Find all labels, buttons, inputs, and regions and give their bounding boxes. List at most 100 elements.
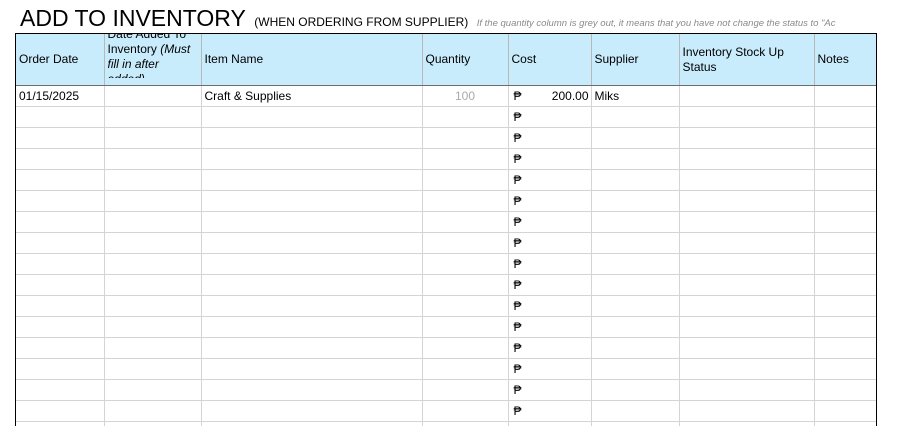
notes-cell[interactable] (814, 359, 876, 380)
status-cell[interactable] (679, 422, 814, 426)
date-added-cell[interactable] (104, 107, 201, 128)
notes-cell[interactable] (814, 86, 876, 107)
status-cell[interactable] (679, 296, 814, 317)
quantity-cell[interactable] (422, 275, 508, 296)
order-date-cell[interactable] (16, 107, 104, 128)
notes-cell[interactable] (814, 107, 876, 128)
cost-cell[interactable]: ₱200.00 (508, 86, 591, 107)
status-cell[interactable] (679, 86, 814, 107)
date-added-cell[interactable] (104, 254, 201, 275)
notes-cell[interactable] (814, 212, 876, 233)
date-added-cell[interactable] (104, 149, 201, 170)
item-name-cell[interactable] (201, 275, 422, 296)
order-date-cell[interactable] (16, 128, 104, 149)
quantity-cell[interactable]: 100 (422, 86, 508, 107)
quantity-cell[interactable] (422, 296, 508, 317)
supplier-cell[interactable] (591, 296, 679, 317)
header-order-date[interactable]: Order Date (16, 34, 104, 86)
date-added-cell[interactable] (104, 338, 201, 359)
quantity-cell[interactable] (422, 233, 508, 254)
notes-cell[interactable] (814, 275, 876, 296)
item-name-cell[interactable] (201, 128, 422, 149)
header-date-added[interactable]: Date Added To Inventory (Must fill in af… (104, 34, 201, 86)
status-cell[interactable] (679, 254, 814, 275)
order-date-cell[interactable] (16, 359, 104, 380)
item-name-cell[interactable]: Craft & Supplies (201, 86, 422, 107)
supplier-cell[interactable] (591, 317, 679, 338)
date-added-cell[interactable] (104, 296, 201, 317)
cost-cell[interactable]: ₱ (508, 191, 591, 212)
order-date-cell[interactable] (16, 170, 104, 191)
notes-cell[interactable] (814, 422, 876, 426)
order-date-cell[interactable] (16, 422, 104, 426)
status-cell[interactable] (679, 233, 814, 254)
status-cell[interactable] (679, 191, 814, 212)
date-added-cell[interactable] (104, 317, 201, 338)
status-cell[interactable] (679, 359, 814, 380)
status-cell[interactable] (679, 380, 814, 401)
order-date-cell[interactable] (16, 212, 104, 233)
date-added-cell[interactable] (104, 128, 201, 149)
date-added-cell[interactable] (104, 401, 201, 422)
header-supplier[interactable]: Supplier (591, 34, 679, 86)
header-cost[interactable]: Cost (508, 34, 591, 86)
cost-cell[interactable]: ₱ (508, 128, 591, 149)
cost-cell[interactable]: ₱ (508, 401, 591, 422)
header-notes[interactable]: Notes (814, 34, 876, 86)
supplier-cell[interactable] (591, 149, 679, 170)
item-name-cell[interactable] (201, 380, 422, 401)
header-item-name[interactable]: Item Name (201, 34, 422, 86)
status-cell[interactable] (679, 401, 814, 422)
status-cell[interactable] (679, 149, 814, 170)
order-date-cell[interactable] (16, 317, 104, 338)
status-cell[interactable] (679, 128, 814, 149)
supplier-cell[interactable] (591, 254, 679, 275)
cost-cell[interactable]: ₱ (508, 422, 591, 426)
quantity-cell[interactable] (422, 401, 508, 422)
status-cell[interactable] (679, 107, 814, 128)
supplier-cell[interactable] (591, 191, 679, 212)
header-status[interactable]: Inventory Stock Up Status (679, 34, 814, 86)
notes-cell[interactable] (814, 254, 876, 275)
supplier-cell[interactable] (591, 233, 679, 254)
cost-cell[interactable]: ₱ (508, 254, 591, 275)
cost-cell[interactable]: ₱ (508, 296, 591, 317)
order-date-cell[interactable] (16, 149, 104, 170)
item-name-cell[interactable] (201, 422, 422, 426)
cost-cell[interactable]: ₱ (508, 338, 591, 359)
cost-cell[interactable]: ₱ (508, 380, 591, 401)
cost-cell[interactable]: ₱ (508, 107, 591, 128)
order-date-cell[interactable] (16, 380, 104, 401)
order-date-cell[interactable] (16, 191, 104, 212)
supplier-cell[interactable] (591, 380, 679, 401)
status-cell[interactable] (679, 275, 814, 296)
quantity-cell[interactable] (422, 212, 508, 233)
quantity-cell[interactable] (422, 107, 508, 128)
date-added-cell[interactable] (104, 359, 201, 380)
notes-cell[interactable] (814, 128, 876, 149)
supplier-cell[interactable] (591, 107, 679, 128)
quantity-cell[interactable] (422, 338, 508, 359)
supplier-cell[interactable]: Miks (591, 86, 679, 107)
supplier-cell[interactable] (591, 401, 679, 422)
order-date-cell[interactable]: 01/15/2025 (16, 86, 104, 107)
item-name-cell[interactable] (201, 317, 422, 338)
notes-cell[interactable] (814, 296, 876, 317)
cost-cell[interactable]: ₱ (508, 359, 591, 380)
supplier-cell[interactable] (591, 212, 679, 233)
item-name-cell[interactable] (201, 296, 422, 317)
supplier-cell[interactable] (591, 275, 679, 296)
status-cell[interactable] (679, 170, 814, 191)
order-date-cell[interactable] (16, 401, 104, 422)
item-name-cell[interactable] (201, 338, 422, 359)
status-cell[interactable] (679, 212, 814, 233)
quantity-cell[interactable] (422, 254, 508, 275)
date-added-cell[interactable] (104, 275, 201, 296)
item-name-cell[interactable] (201, 149, 422, 170)
cost-cell[interactable]: ₱ (508, 317, 591, 338)
cost-cell[interactable]: ₱ (508, 233, 591, 254)
date-added-cell[interactable] (104, 422, 201, 426)
cost-cell[interactable]: ₱ (508, 149, 591, 170)
notes-cell[interactable] (814, 170, 876, 191)
quantity-cell[interactable] (422, 380, 508, 401)
